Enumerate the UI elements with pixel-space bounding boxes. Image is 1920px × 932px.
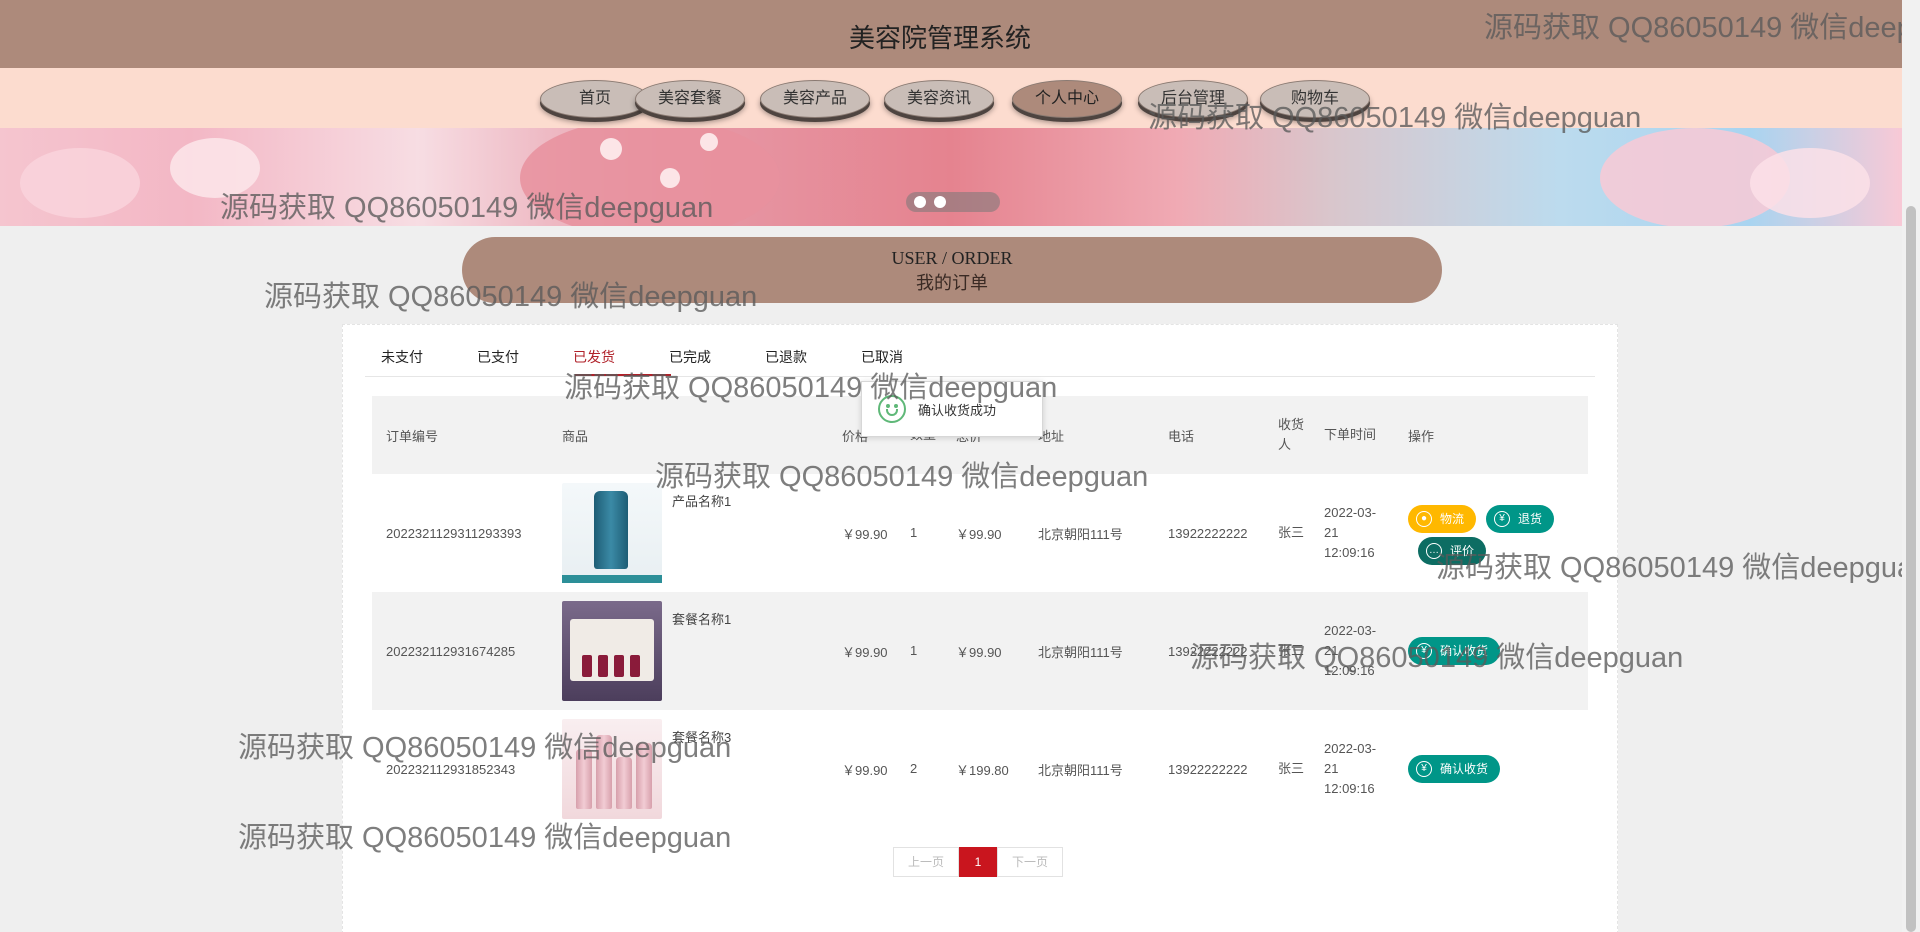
- confirm-label: 确认收货: [1440, 644, 1489, 658]
- total: ￥99.90: [956, 526, 1002, 542]
- carousel-dot[interactable]: [914, 196, 926, 208]
- address: 北京朝阳111号: [1038, 526, 1123, 542]
- nav-packages[interactable]: 美容套餐: [635, 80, 745, 118]
- order-no: 202232112931852343: [386, 761, 516, 777]
- active-tab-underline: [575, 374, 671, 376]
- prev-page-button[interactable]: 上一页: [893, 847, 959, 877]
- product-image[interactable]: [562, 483, 662, 583]
- receiver: 张三: [1278, 643, 1305, 658]
- price: ￥99.90: [842, 762, 888, 778]
- yen-icon: ¥: [1416, 643, 1432, 659]
- confirm-label: 确认收货: [1440, 762, 1489, 776]
- product-cell: 套餐名称1: [548, 592, 828, 710]
- order-no: 202232112931674285: [386, 643, 516, 659]
- price: ￥99.90: [842, 526, 888, 542]
- quantity: 1: [910, 525, 918, 540]
- col-ops: 操作: [1408, 428, 1435, 444]
- tab-unpaid[interactable]: 未支付: [381, 347, 423, 367]
- user-icon: ●: [1416, 511, 1432, 527]
- success-toast: 确认收货成功: [861, 381, 1043, 437]
- table-row: 2022321129311293393 产品名称1 ￥99.90 1 ￥99.9…: [372, 474, 1588, 592]
- section-title-en: USER / ORDER: [891, 248, 1013, 268]
- carousel-dot[interactable]: [934, 196, 946, 208]
- col-product: 商品: [562, 428, 589, 444]
- order-time: 2022-03-21 12:09:16: [1324, 741, 1377, 796]
- nav-home[interactable]: 首页: [540, 80, 650, 118]
- page-1-button[interactable]: 1: [959, 847, 997, 877]
- nav-user-center[interactable]: 个人中心: [1012, 80, 1122, 118]
- carousel-indicator[interactable]: [906, 192, 1000, 212]
- nav-admin[interactable]: 后台管理: [1138, 80, 1248, 118]
- phone: 13922222222: [1168, 643, 1248, 659]
- quantity: 2: [910, 761, 918, 776]
- product-name[interactable]: 套餐名称1: [672, 609, 731, 628]
- section-header: USER / ORDER 我的订单: [462, 237, 1442, 303]
- nav-news[interactable]: 美容资讯: [884, 80, 994, 118]
- scrollbar-thumb[interactable]: [1906, 206, 1916, 932]
- total: ￥99.90: [956, 644, 1002, 660]
- tab-paid[interactable]: 已支付: [477, 347, 519, 367]
- logistics-button[interactable]: ● 物流: [1408, 505, 1477, 533]
- refund-label: 退货: [1518, 512, 1543, 526]
- smile-icon: [878, 395, 906, 423]
- receiver: 张三: [1278, 761, 1305, 776]
- table-row: 202232112931852343 套餐名称3 ￥99.90 2 ￥199.8…: [372, 710, 1588, 828]
- product-image[interactable]: [562, 601, 662, 701]
- ops-cell: ¥ 确认收货: [1394, 710, 1588, 828]
- product-cell: 套餐名称3: [548, 710, 828, 828]
- phone: 13922222222: [1168, 761, 1248, 777]
- col-address: 地址: [1038, 428, 1065, 444]
- tab-refunded[interactable]: 已退款: [765, 347, 807, 367]
- total: ￥199.80: [956, 762, 1009, 778]
- logistics-label: 物流: [1440, 512, 1465, 526]
- tab-shipped[interactable]: 已发货: [573, 347, 615, 367]
- order-time: 2022-03-21 12:09:16: [1324, 505, 1377, 560]
- col-time: 下单时间: [1324, 427, 1377, 442]
- product-name[interactable]: 产品名称1: [672, 491, 731, 510]
- tab-cancelled[interactable]: 已取消: [861, 347, 903, 367]
- confirm-receipt-button[interactable]: ¥ 确认收货: [1408, 755, 1501, 783]
- price: ￥99.90: [842, 644, 888, 660]
- top-header: 美容院管理系统: [0, 0, 1902, 68]
- review-button[interactable]: … 评价: [1418, 537, 1487, 565]
- comment-icon: …: [1426, 543, 1442, 559]
- nav-cart[interactable]: 购物车: [1260, 80, 1370, 118]
- col-phone: 电话: [1168, 428, 1195, 444]
- orders-table: 订单编号 商品 价格 数量 总价 地址 电话 收货人 下单时间 操作 20223…: [372, 396, 1588, 828]
- review-label: 评价: [1450, 544, 1475, 558]
- refund-button[interactable]: ¥ 退货: [1486, 505, 1555, 533]
- product-cell: 产品名称1: [548, 474, 828, 592]
- section-title-cn: 我的订单: [916, 273, 988, 293]
- main-nav: 首页 美容套餐 美容产品 美容资讯 个人中心 后台管理 购物车: [0, 68, 1902, 128]
- quantity: 1: [910, 643, 918, 658]
- vertical-scrollbar[interactable]: [1902, 0, 1920, 932]
- address: 北京朝阳111号: [1038, 644, 1123, 660]
- ops-cell: ● 物流 ¥ 退货 … 评价: [1394, 474, 1588, 592]
- order-no: 2022321129311293393: [386, 525, 522, 541]
- phone: 13922222222: [1168, 525, 1248, 541]
- product-name[interactable]: 套餐名称3: [672, 727, 731, 746]
- site-title: 美容院管理系统: [848, 23, 1031, 53]
- address: 北京朝阳111号: [1038, 762, 1123, 778]
- col-receiver: 收货人: [1278, 417, 1305, 452]
- toast-message: 确认收货成功: [918, 403, 997, 418]
- yen-icon: ¥: [1416, 761, 1432, 777]
- tab-completed[interactable]: 已完成: [669, 347, 711, 367]
- next-page-button[interactable]: 下一页: [997, 847, 1063, 877]
- receiver: 张三: [1278, 525, 1305, 540]
- ops-cell: ¥ 确认收货: [1394, 592, 1588, 710]
- product-image[interactable]: [562, 719, 662, 819]
- confirm-receipt-button[interactable]: ¥ 确认收货: [1408, 637, 1501, 665]
- order-time: 2022-03-21 12:09:16: [1324, 623, 1377, 678]
- nav-products[interactable]: 美容产品: [760, 80, 870, 118]
- table-row: 202232112931674285 套餐名称1 ￥99.90 1 ￥99.90…: [372, 592, 1588, 710]
- yen-icon: ¥: [1494, 511, 1510, 527]
- order-status-tabs: 未支付 已支付 已发货 已完成 已退款 已取消: [365, 325, 1595, 377]
- col-order-no: 订单编号: [386, 428, 439, 444]
